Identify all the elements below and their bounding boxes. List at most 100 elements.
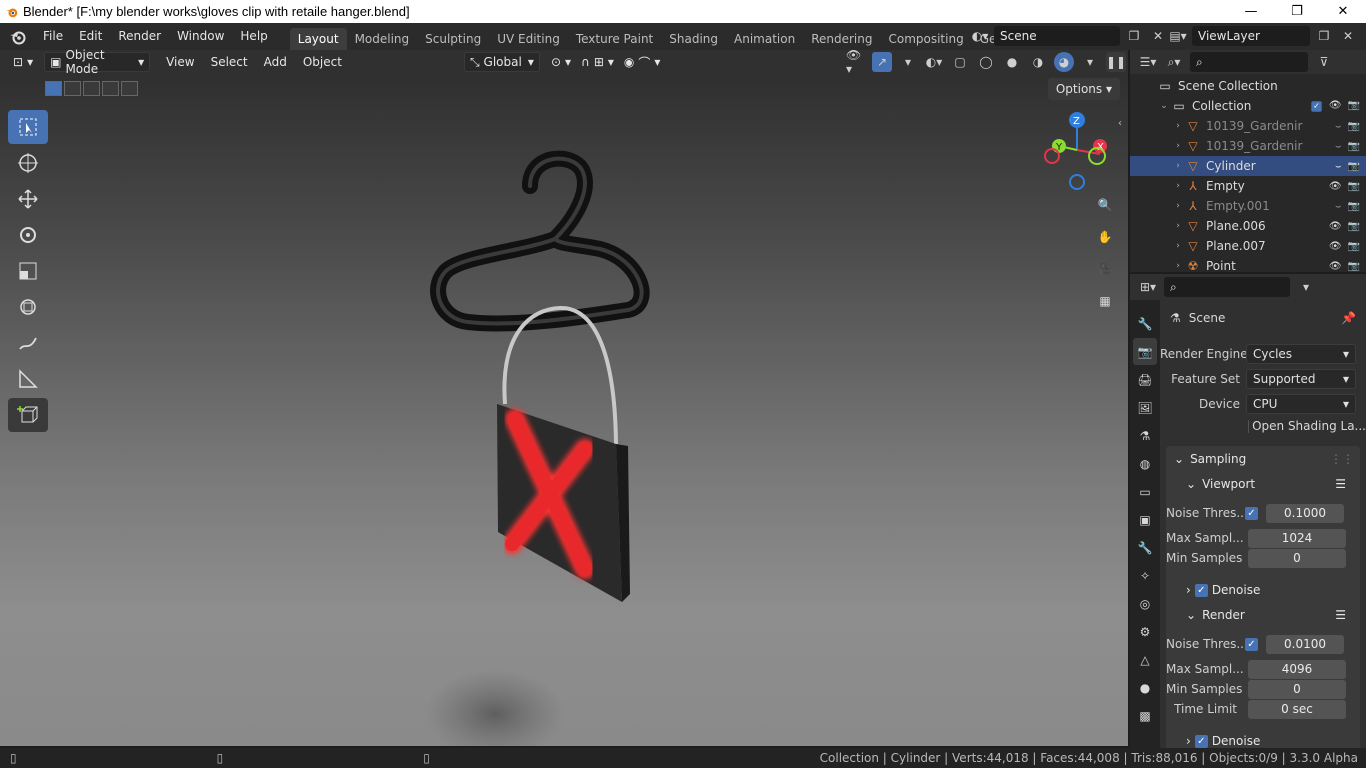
visibility-eye-icon[interactable]: 👁 [1329, 181, 1342, 192]
workspace-tab-animation[interactable]: Animation [726, 28, 803, 50]
outliner-row[interactable]: › ▽ 10139_Gardenir ⌣ 📷 [1130, 116, 1366, 136]
select-subtract-icon[interactable] [83, 81, 100, 96]
scene-tab-icon[interactable]: ⚗ [1133, 422, 1157, 449]
collection-tab-icon[interactable]: ▭ [1133, 478, 1157, 505]
pin-icon[interactable]: 📌 [1341, 311, 1356, 325]
outliner-row[interactable]: › ⅄ Empty.001 ⌣ 📷 [1130, 196, 1366, 216]
outliner-row[interactable]: ▭ Scene Collection [1130, 76, 1366, 96]
viewport-max-samples-field[interactable]: 1024 [1248, 528, 1346, 548]
snap-dropdown[interactable]: ∩ ⊞ ▾ [576, 52, 619, 72]
close-button[interactable]: ✕ [1320, 0, 1366, 23]
rendered-shading-icon[interactable]: ◕ [1054, 52, 1074, 72]
navigation-gizmo[interactable]: Z X Y [1042, 110, 1112, 190]
sidebar-toggle-icon[interactable]: ‹ [1118, 118, 1122, 129]
render-denoise-header[interactable]: › ✓ Denoise [1166, 730, 1360, 748]
scene-selector-icon[interactable]: ◐▾ [970, 26, 990, 46]
workspace-tab-uv-editing[interactable]: UV Editing [489, 28, 568, 50]
cursor-tool-icon[interactable] [8, 146, 48, 180]
visibility-eye-icon[interactable]: 👁 [1329, 221, 1342, 232]
editor-type-dropdown[interactable]: ⊡ ▾ [8, 52, 38, 72]
material-tab-icon[interactable]: ● [1133, 674, 1157, 701]
options-dropdown[interactable]: Options ▾ [1047, 78, 1120, 100]
viewport-menu-select[interactable]: Select [203, 50, 256, 74]
drag-handle-icon[interactable]: ⋮⋮ [1330, 452, 1354, 466]
render-subpanel-header[interactable]: ⌄ Render ☰ [1166, 604, 1360, 626]
render-camera-icon[interactable]: 📷 [1348, 221, 1360, 232]
modifier-tab-icon[interactable]: 🔧 [1133, 534, 1157, 561]
feature-set-dropdown[interactable]: Supported ▾ [1246, 369, 1356, 389]
chevron-right-icon[interactable]: › [1172, 241, 1184, 251]
visibility-eye-icon[interactable]: ⌣ [1335, 201, 1342, 212]
render-noise-threshold-field[interactable]: 0.0100 [1266, 634, 1344, 654]
workspace-tab-rendering[interactable]: Rendering [803, 28, 880, 50]
proportional-edit-dropdown[interactable]: ◉ ⌒ ▾ [619, 52, 666, 72]
scene-field[interactable]: Scene [994, 26, 1120, 46]
view-layer-field[interactable]: ViewLayer [1192, 26, 1310, 46]
delete-scene-icon[interactable]: ✕ [1148, 26, 1168, 46]
workspace-tab-sculpting[interactable]: Sculpting [417, 28, 489, 50]
orientation-dropdown[interactable]: ⤡ Global ▾ [463, 52, 540, 72]
time-limit-field[interactable]: 0 sec [1248, 699, 1346, 719]
menu-help[interactable]: Help [232, 23, 275, 50]
viewport-menu-add[interactable]: Add [256, 50, 295, 74]
render-camera-icon[interactable]: 📷 [1348, 161, 1360, 172]
blender-menu-icon[interactable] [9, 28, 27, 46]
mode-dropdown[interactable]: ▣ Object Mode ▾ [44, 48, 151, 76]
camera-view-icon[interactable]: 🎥 [1092, 256, 1118, 282]
render-adaptive-sampling-checkbox[interactable]: ✓ [1245, 637, 1258, 651]
properties-options-icon[interactable]: ▾ [1296, 277, 1316, 297]
render-tab-icon[interactable]: 📷 [1133, 338, 1157, 365]
menu-window[interactable]: Window [169, 23, 232, 50]
render-camera-icon[interactable]: 📷 [1348, 181, 1360, 192]
adaptive-sampling-checkbox[interactable]: ✓ [1245, 506, 1258, 520]
visibility-eye-icon[interactable]: 👁 [1329, 100, 1342, 113]
visibility-eye-icon[interactable]: ⌣ [1335, 121, 1342, 132]
gizmo-dropdown-icon[interactable]: ▾ [898, 52, 918, 72]
collection-include-checkbox[interactable]: ✓ [1311, 100, 1322, 112]
transform-tool-icon[interactable] [8, 290, 48, 324]
properties-editor-icon[interactable]: ⊞▾ [1138, 277, 1158, 297]
data-tab-icon[interactable]: △ [1133, 646, 1157, 673]
viewport-subpanel-header[interactable]: ⌄ Viewport ☰ [1166, 473, 1360, 495]
measure-tool-icon[interactable] [8, 362, 48, 396]
render-camera-icon[interactable]: 📷 [1348, 201, 1360, 212]
output-tab-icon[interactable]: 🖨 [1133, 366, 1157, 393]
view-layer-tab-icon[interactable]: 🖼 [1133, 394, 1157, 421]
outliner-row[interactable]: › ▽ Cylinder ⌣ 📷 [1130, 156, 1366, 176]
menu-edit[interactable]: Edit [71, 23, 110, 50]
new-scene-icon[interactable]: ❐ [1124, 26, 1144, 46]
render-camera-icon[interactable]: 📷 [1348, 100, 1360, 113]
solid-shading-icon[interactable]: ● [1002, 52, 1022, 72]
render-camera-icon[interactable]: 📷 [1348, 261, 1360, 272]
physics-tab-icon[interactable]: ◎ [1133, 590, 1157, 617]
wireframe-shading-icon[interactable]: ◯ [976, 52, 996, 72]
perspective-grid-icon[interactable]: ▦ [1092, 288, 1118, 314]
pan-hand-icon[interactable]: ✋ [1092, 224, 1118, 250]
outliner-search-input[interactable]: ⌕ [1190, 52, 1308, 72]
menu-render[interactable]: Render [110, 23, 169, 50]
device-dropdown[interactable]: CPU ▾ [1246, 394, 1356, 414]
shading-dropdown-icon[interactable]: ▾ [1080, 52, 1100, 72]
viewport-min-samples-field[interactable]: 0 [1248, 548, 1346, 568]
outliner-row[interactable]: › ▽ Plane.006 👁 📷 [1130, 216, 1366, 236]
gizmo-toggle-icon[interactable]: ↗ [872, 52, 892, 72]
chevron-right-icon[interactable]: › [1172, 261, 1184, 271]
select-intersect-icon[interactable] [121, 81, 138, 96]
object-tab-icon[interactable]: ▣ [1133, 506, 1157, 533]
chevron-right-icon[interactable]: › [1172, 161, 1184, 171]
restore-button[interactable]: ❐ [1274, 0, 1320, 23]
visibility-eye-icon[interactable]: ⌣ [1335, 161, 1342, 172]
viewport-denoise-checkbox[interactable]: ✓ [1194, 583, 1208, 597]
overlay-toggle-icon[interactable]: ◐▾ [924, 52, 944, 72]
pause-render-icon[interactable]: ❚❚ [1106, 52, 1126, 72]
scale-tool-icon[interactable] [8, 254, 48, 288]
xray-toggle-icon[interactable]: ▢ [950, 52, 970, 72]
visibility-dropdown-icon[interactable]: 👁▾ [846, 48, 866, 76]
visibility-eye-icon[interactable]: 👁 [1329, 261, 1342, 272]
select-new-icon[interactable] [45, 81, 62, 96]
select-invert-icon[interactable] [102, 81, 119, 96]
chevron-right-icon[interactable]: › [1172, 201, 1184, 211]
outliner-row[interactable]: › ▽ Plane.007 👁 📷 [1130, 236, 1366, 256]
render-camera-icon[interactable]: 📷 [1348, 141, 1360, 152]
tool-tab-icon[interactable]: 🔧 [1133, 310, 1157, 337]
